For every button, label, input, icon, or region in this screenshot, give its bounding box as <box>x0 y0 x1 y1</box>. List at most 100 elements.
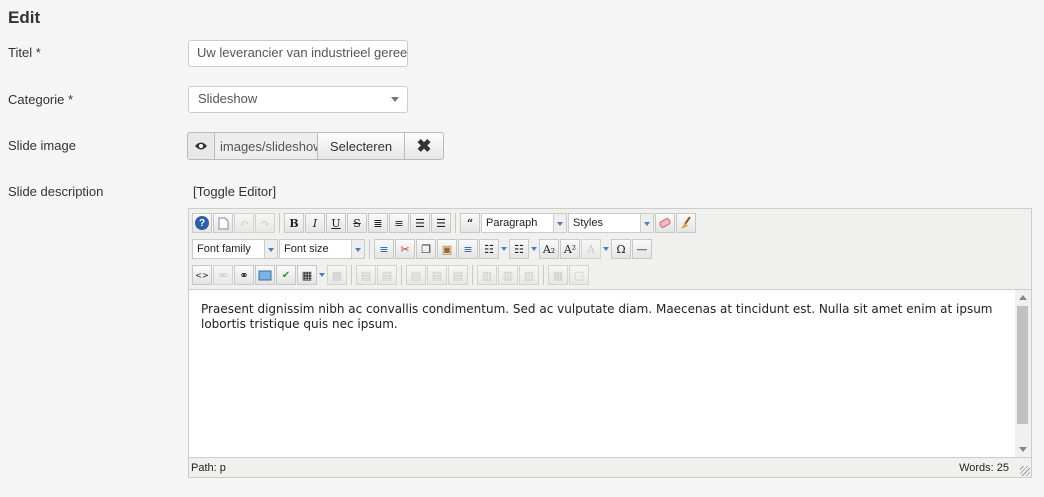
merge-cells-button[interactable]: ▢ <box>569 265 589 285</box>
superscript-button[interactable]: A² <box>560 239 580 259</box>
clear-image-button[interactable]: ✖ <box>405 132 444 160</box>
insert-col-after-button[interactable]: ▥ <box>498 265 518 285</box>
cut-icon: ✂ <box>400 242 410 256</box>
align-center-button[interactable]: ≡ <box>389 213 409 233</box>
select-image-button[interactable]: Selecteren <box>318 132 405 160</box>
split-cells-icon: ▦ <box>552 268 564 282</box>
separator <box>401 265 402 285</box>
styles-select[interactable]: Styles <box>568 213 654 233</box>
delete-table-button[interactable]: ▦ <box>327 265 347 285</box>
editor-content-area[interactable]: Praesent dignissim nibh ac convallis con… <box>189 289 1015 458</box>
unordered-list-button[interactable]: ☷ <box>509 239 529 259</box>
separator <box>279 213 280 233</box>
table-dropdown[interactable] <box>318 265 326 285</box>
italic-button[interactable]: I <box>305 213 325 233</box>
table-icon: ▦ <box>301 268 313 282</box>
undo-button[interactable]: ↶ <box>234 213 254 233</box>
help-button[interactable]: ? <box>192 213 212 233</box>
bold-button[interactable]: B <box>284 213 304 233</box>
copy-button[interactable]: ❐ <box>416 239 436 259</box>
link-button[interactable]: ⚭ <box>234 265 254 285</box>
resize-handle[interactable] <box>1020 466 1030 476</box>
rich-text-editor: ? ↶ ↷ B I U S ≣ ≡ ☰ ☰ “ Paragraph Styles… <box>188 208 1032 478</box>
unordered-list-dropdown[interactable] <box>530 239 538 259</box>
remove-format-button[interactable] <box>655 213 675 233</box>
scroll-thumb[interactable] <box>1017 306 1028 424</box>
align-right-button[interactable]: ☰ <box>431 213 451 233</box>
chevron-down-icon <box>391 97 399 102</box>
special-char-button[interactable]: Ω <box>611 239 631 259</box>
indent-button[interactable]: ≡ <box>374 239 394 259</box>
preview-button[interactable] <box>187 132 215 160</box>
blockquote-button[interactable]: “ <box>460 213 480 233</box>
scroll-up-icon[interactable] <box>1019 295 1027 300</box>
description-label: Slide description <box>8 184 104 199</box>
subscript-button[interactable]: A₂ <box>539 239 559 259</box>
editor-paragraph[interactable]: Praesent dignissim nibh ac convallis con… <box>189 290 1015 344</box>
font-size-select[interactable]: Font size <box>279 239 365 259</box>
text-color-dropdown[interactable] <box>602 239 610 259</box>
format-select[interactable]: Paragraph <box>481 213 567 233</box>
align-right-icon: ☰ <box>436 216 446 230</box>
delete-row-button[interactable]: ▤ <box>448 265 468 285</box>
cell-props-icon: ▤ <box>381 268 393 282</box>
outdent-button[interactable]: ≡ <box>458 239 478 259</box>
separator <box>543 265 544 285</box>
unlink-button[interactable]: ⚮ <box>213 265 233 285</box>
text-color-button[interactable]: A <box>581 239 601 259</box>
cell-props-button[interactable]: ▤ <box>377 265 397 285</box>
row-props-button[interactable]: ▤ <box>356 265 376 285</box>
horizontal-rule-button[interactable]: — <box>632 239 652 259</box>
chevron-down-icon <box>264 240 277 258</box>
paste-icon: ▣ <box>441 242 453 256</box>
align-justify-button[interactable]: ≣ <box>368 213 388 233</box>
table-button[interactable]: ▦ <box>297 265 317 285</box>
image-path-field[interactable]: images/slideshow/ <box>215 132 318 160</box>
title-input[interactable]: Uw leverancier van industrieel gereedsch… <box>188 40 408 67</box>
spellcheck-button[interactable]: ✔ <box>276 265 296 285</box>
undo-icon: ↶ <box>239 216 249 230</box>
delete-col-button[interactable]: ▥ <box>519 265 539 285</box>
insert-row-after-button[interactable]: ▤ <box>427 265 447 285</box>
insert-col-before-icon: ▥ <box>481 268 493 282</box>
redo-button[interactable]: ↷ <box>255 213 275 233</box>
image-button[interactable] <box>255 265 275 285</box>
underline-button[interactable]: U <box>326 213 346 233</box>
horizontal-rule-icon: — <box>636 242 648 256</box>
ordered-list-button[interactable]: ☷ <box>479 239 499 259</box>
split-cells-button[interactable]: ▦ <box>548 265 568 285</box>
insert-col-before-button[interactable]: ▥ <box>477 265 497 285</box>
toggle-editor-link[interactable]: [Toggle Editor] <box>193 184 276 199</box>
remove-format-icon <box>659 218 671 228</box>
subscript-icon: A₂ <box>542 242 556 256</box>
scroll-down-icon[interactable] <box>1019 447 1027 452</box>
format-select-value: Paragraph <box>486 217 538 229</box>
copy-icon: ❐ <box>421 242 431 256</box>
chevron-down-icon <box>640 214 653 232</box>
align-justify-icon: ≣ <box>373 216 383 230</box>
spellcheck-icon: ✔ <box>281 269 291 281</box>
code-button[interactable]: <> <box>192 265 212 285</box>
row-props-icon: ▤ <box>360 268 372 282</box>
paste-button[interactable]: ▣ <box>437 239 457 259</box>
insert-row-before-icon: ▤ <box>410 268 422 282</box>
separator <box>472 265 473 285</box>
category-select[interactable]: Slideshow <box>188 86 408 113</box>
insert-row-before-button[interactable]: ▤ <box>406 265 426 285</box>
ordered-list-dropdown[interactable] <box>500 239 508 259</box>
eye-icon <box>195 142 207 150</box>
cut-button[interactable]: ✂ <box>395 239 415 259</box>
font-family-select[interactable]: Font family <box>192 239 278 259</box>
editor-statusbar: Path: p Words: 25 <box>189 457 1031 477</box>
strikethrough-icon: S <box>353 216 361 230</box>
new-document-button[interactable] <box>213 213 233 233</box>
ordered-list-icon: ☷ <box>484 242 494 256</box>
cleanup-button[interactable] <box>676 213 696 233</box>
insert-col-after-icon: ▥ <box>502 268 514 282</box>
styles-select-value: Styles <box>573 217 603 229</box>
editor-scrollbar[interactable] <box>1015 289 1031 457</box>
help-icon: ? <box>195 216 209 230</box>
word-count: Words: 25 <box>959 462 1009 474</box>
align-left-button[interactable]: ☰ <box>410 213 430 233</box>
strikethrough-button[interactable]: S <box>347 213 367 233</box>
